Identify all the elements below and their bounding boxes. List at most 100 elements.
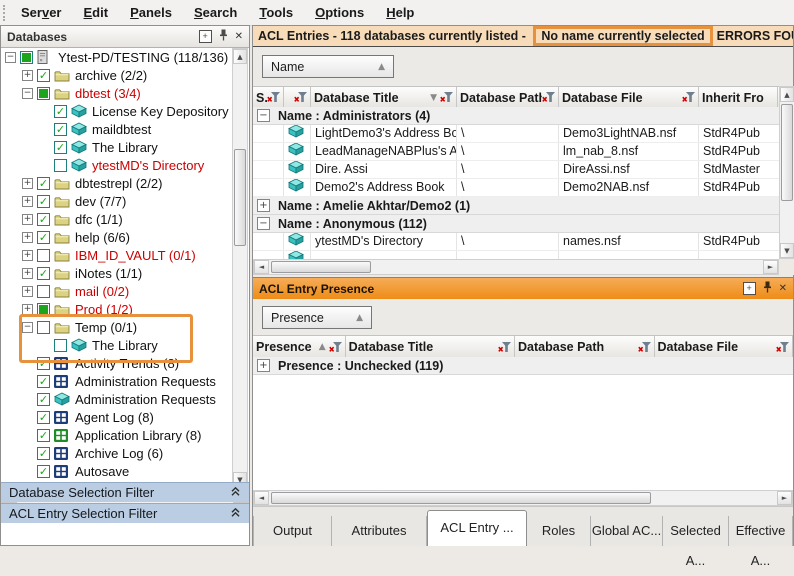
menu-server[interactable]: Server — [10, 5, 73, 20]
column-header-database-path[interactable]: Database Path — [515, 336, 654, 358]
collapse-icon[interactable]: − — [22, 88, 33, 99]
checkbox-on[interactable]: ✓ — [37, 465, 50, 478]
tab-roles[interactable]: Roles — [527, 516, 591, 546]
expand-icon[interactable]: + — [22, 304, 33, 315]
menu-tools[interactable]: Tools — [248, 5, 304, 20]
tree-item-ibm-id-vault[interactable]: +IBM_ID_VAULT (0/1) — [1, 246, 249, 264]
scroll-right-icon[interactable]: ► — [763, 260, 778, 274]
column-header-s[interactable]: S.. — [253, 87, 284, 108]
menu-panels[interactable]: Panels — [119, 5, 183, 20]
menu-edit[interactable]: Edit — [73, 5, 120, 20]
tree-item-agent-log[interactable]: ✓Agent Log (8) — [1, 408, 249, 426]
tree-item-dfc[interactable]: +✓dfc (1/1) — [1, 210, 249, 228]
scroll-up-icon[interactable]: ▲ — [780, 87, 794, 102]
expand-icon[interactable]: + — [22, 268, 33, 279]
tree-item-ytestmd-s-directory[interactable]: ytestMD's Directory — [1, 156, 249, 174]
checkbox-on[interactable]: ✓ — [37, 411, 50, 424]
column-header-icon[interactable] — [284, 87, 311, 108]
close-icon[interactable]: ✕ — [235, 31, 243, 42]
expand-icon[interactable]: + — [22, 250, 33, 261]
expand-icon[interactable]: + — [257, 199, 270, 212]
scrollbar-track[interactable] — [233, 64, 247, 472]
checkbox-on[interactable]: ✓ — [37, 357, 50, 370]
filter-icon[interactable] — [267, 92, 280, 103]
tree-item-ytest-pd-testing[interactable]: −Ytest-PD/TESTING (118/136) — [1, 48, 249, 66]
tab-attributes[interactable]: Attributes — [332, 516, 427, 546]
tree-item-dbtest[interactable]: −dbtest (3/4) — [1, 84, 249, 102]
group-row-name-administrators-4[interactable]: −Name : Administrators (4) — [253, 107, 779, 125]
checkbox-on[interactable]: ✓ — [54, 123, 67, 136]
filter-icon[interactable] — [498, 342, 511, 353]
checkbox-on[interactable]: ✓ — [37, 447, 50, 460]
table-row[interactable]: Dire. Assi\DireAssi.nsfStdMaster — [253, 161, 779, 179]
checkbox-off[interactable] — [54, 159, 67, 172]
scrollbar-thumb[interactable] — [271, 492, 651, 504]
filter-icon[interactable] — [682, 92, 695, 103]
collapse-chevron-icon[interactable] — [230, 485, 241, 500]
filter-icon[interactable] — [329, 342, 342, 353]
checkbox-on[interactable]: ✓ — [37, 213, 50, 226]
scrollbar-thumb[interactable] — [271, 261, 371, 273]
scroll-left-icon[interactable]: ◄ — [254, 260, 269, 274]
column-header-database-title[interactable]: Database Title — [346, 336, 515, 358]
tab-effective-a[interactable]: Effective A... — [729, 516, 793, 546]
checkbox-off[interactable] — [37, 321, 50, 334]
tree-item-mail[interactable]: +mail (0/2) — [1, 282, 249, 300]
column-header-database-file[interactable]: Database File — [559, 87, 699, 108]
tree-item-help[interactable]: +✓help (6/6) — [1, 228, 249, 246]
tree-item-license-key-depository[interactable]: ✓License Key Depository — [1, 102, 249, 120]
expand-icon[interactable]: + — [22, 232, 33, 243]
filter-icon[interactable] — [638, 342, 651, 353]
group-row-name-amelie-akhtar-demo2-1[interactable]: +Name : Amelie Akhtar/Demo2 (1) — [253, 197, 779, 215]
tree-vertical-scrollbar[interactable]: ▲ ▼ — [232, 48, 248, 488]
acl-horizontal-scrollbar[interactable]: ◄ ► — [253, 259, 779, 275]
checkbox-on[interactable]: ✓ — [37, 177, 50, 190]
checkbox-off[interactable] — [54, 339, 67, 352]
checkbox-partial[interactable] — [37, 303, 50, 316]
filter-icon[interactable] — [294, 92, 307, 103]
tree-item-the-library[interactable]: ✓The Library — [1, 138, 249, 156]
pin-icon[interactable] — [219, 29, 228, 44]
tab-selected-a[interactable]: Selected A... — [663, 516, 729, 546]
tree-item-prod[interactable]: +Prod (1/2) — [1, 300, 249, 318]
scrollbar-track[interactable] — [269, 260, 763, 274]
group-by-name-selector[interactable]: Name ▲ — [262, 55, 394, 78]
table-row[interactable]: ytestMD's Directory\names.nsfStdR4Pub — [253, 233, 779, 251]
menu-options[interactable]: Options — [304, 5, 375, 20]
tab-global-ac[interactable]: Global AC... — [591, 516, 663, 546]
tree-item-administration-requests[interactable]: ✓Administration Requests — [1, 372, 249, 390]
close-icon[interactable]: ✕ — [779, 283, 787, 294]
database-selection-filter-bar[interactable]: Database Selection Filter — [1, 482, 249, 502]
checkbox-on[interactable]: ✓ — [37, 267, 50, 280]
expand-icon[interactable]: + — [22, 286, 33, 297]
tree-item-autosave[interactable]: ✓Autosave — [1, 462, 249, 480]
tree-item-administration-requests[interactable]: ✓Administration Requests — [1, 390, 249, 408]
collapse-icon[interactable]: − — [257, 217, 270, 230]
table-row[interactable]: LightDemo3's Address Bo...\Demo3LightNAB… — [253, 125, 779, 143]
tree-item-the-library[interactable]: The Library — [1, 336, 249, 354]
tab-output[interactable]: Output — [253, 516, 332, 546]
column-header-database-title[interactable]: Database Title▼ — [311, 87, 457, 108]
checkbox-off[interactable] — [37, 249, 50, 262]
scroll-up-icon[interactable]: ▲ — [233, 49, 247, 64]
table-row[interactable]: Demo2's Address Book\Demo2NAB.nsfStdR4Pu… — [253, 179, 779, 197]
collapse-icon[interactable]: − — [22, 322, 33, 333]
tree-item-maildbtest[interactable]: ✓maildbtest — [1, 120, 249, 138]
group-row-name-anonymous-112[interactable]: −Name : Anonymous (112) — [253, 215, 779, 233]
maximize-panel-icon[interactable]: + — [199, 30, 212, 43]
scrollbar-thumb[interactable] — [234, 149, 246, 246]
tree-item-inotes[interactable]: +✓iNotes (1/1) — [1, 264, 249, 282]
checkbox-partial[interactable] — [20, 51, 33, 64]
group-row-presence-unchecked-119[interactable]: +Presence : Unchecked (119) — [253, 357, 793, 375]
acl-entry-selection-filter-bar[interactable]: ACL Entry Selection Filter — [1, 503, 249, 523]
scroll-down-icon[interactable]: ▼ — [780, 243, 794, 258]
menu-search[interactable]: Search — [183, 5, 248, 20]
collapse-chevron-icon[interactable] — [230, 506, 241, 521]
tree-item-activity-trends[interactable]: ✓Activity Trends (8) — [1, 354, 249, 372]
collapse-icon[interactable]: − — [5, 52, 16, 63]
expand-icon[interactable]: + — [257, 359, 270, 372]
presence-horizontal-scrollbar[interactable]: ◄ ► — [253, 490, 793, 506]
column-header-database-file[interactable]: Database File — [655, 336, 793, 358]
tree-item-application-library[interactable]: ✓Application Library (8) — [1, 426, 249, 444]
expand-icon[interactable]: + — [22, 196, 33, 207]
